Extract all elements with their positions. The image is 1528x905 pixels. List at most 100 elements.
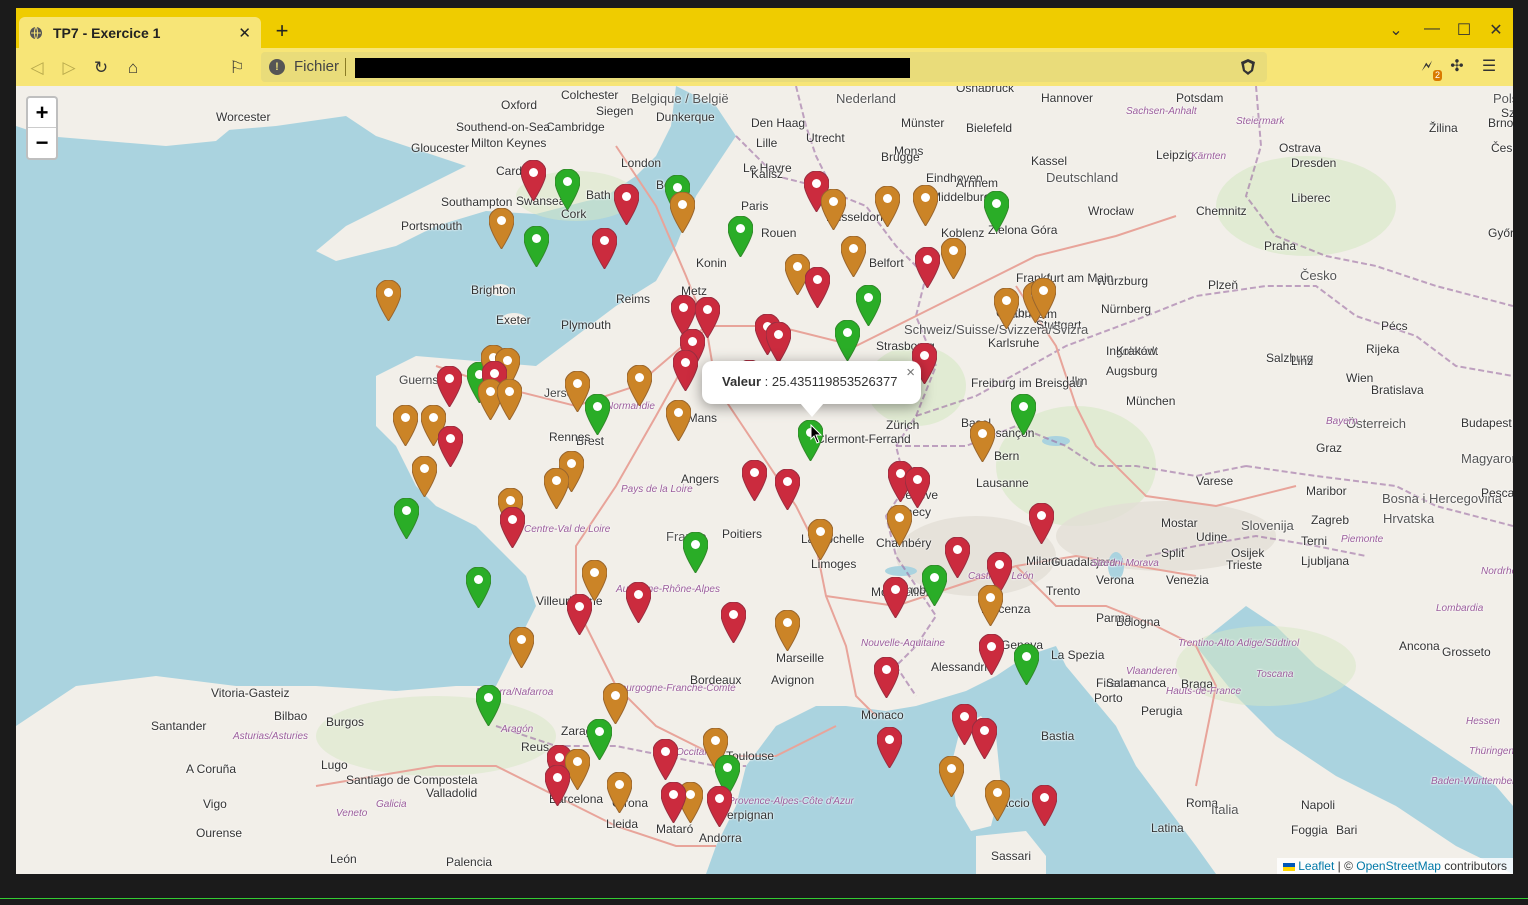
address-bar[interactable]: ! Fichier: [261, 52, 1267, 82]
map-marker-red[interactable]: [883, 577, 908, 618]
map-marker-red[interactable]: [567, 594, 592, 635]
map-marker-green[interactable]: [466, 567, 491, 608]
new-tab-button[interactable]: +: [272, 20, 292, 42]
map-marker-orange[interactable]: [509, 627, 534, 668]
map-marker-orange[interactable]: [544, 468, 569, 509]
map-marker-orange[interactable]: [970, 421, 995, 462]
brave-shield-icon[interactable]: [1239, 58, 1257, 76]
map-marker-green[interactable]: [476, 685, 501, 726]
map-marker-red[interactable]: [979, 634, 1004, 675]
map-marker-red[interactable]: [707, 786, 732, 827]
map-marker-red[interactable]: [945, 537, 970, 578]
map-marker-orange[interactable]: [412, 456, 437, 497]
map-marker-orange[interactable]: [978, 585, 1003, 626]
map-marker-green[interactable]: [524, 226, 549, 267]
bookmark-icon[interactable]: ⚐: [226, 57, 248, 79]
map-marker-red[interactable]: [805, 267, 830, 308]
map-marker-red[interactable]: [874, 657, 899, 698]
map-marker-red[interactable]: [766, 322, 791, 363]
map-marker-green[interactable]: [555, 169, 580, 210]
map-marker-red[interactable]: [437, 366, 462, 407]
map-marker-red[interactable]: [915, 247, 940, 288]
map-marker-red[interactable]: [905, 467, 930, 508]
map-marker-red[interactable]: [673, 350, 698, 391]
map-marker-green[interactable]: [984, 191, 1009, 232]
map-marker-green[interactable]: [835, 320, 860, 361]
map-marker-red[interactable]: [545, 765, 570, 806]
home-icon[interactable]: ⌂: [122, 57, 144, 79]
map-marker-orange[interactable]: [985, 780, 1010, 821]
map-marker-green[interactable]: [394, 498, 419, 539]
map-marker-green[interactable]: [1011, 394, 1036, 435]
map-marker-red[interactable]: [626, 582, 651, 623]
map-marker-green[interactable]: [1014, 644, 1039, 685]
map-marker-red[interactable]: [721, 602, 746, 643]
map-marker-red[interactable]: [1032, 785, 1057, 826]
map-marker-orange[interactable]: [775, 610, 800, 651]
map-marker-orange[interactable]: [941, 238, 966, 279]
map-marker-orange[interactable]: [994, 288, 1019, 329]
map-marker-orange[interactable]: [376, 280, 401, 321]
minimize-icon[interactable]: —: [1422, 20, 1442, 38]
map-marker-orange[interactable]: [939, 756, 964, 797]
url-text-redacted[interactable]: [355, 58, 910, 78]
map-marker-green[interactable]: [683, 532, 708, 573]
extension-icon[interactable]: 🗲 2: [1416, 56, 1442, 81]
place-label: Leipzig: [1156, 148, 1195, 162]
map-marker-red[interactable]: [592, 228, 617, 269]
map-marker-orange[interactable]: [821, 189, 846, 230]
map-marker-red[interactable]: [877, 727, 902, 768]
map-marker-red[interactable]: [438, 426, 463, 467]
map-marker-red[interactable]: [775, 469, 800, 510]
puzzle-icon[interactable]: ✣: [1446, 56, 1468, 78]
map-marker-orange[interactable]: [1031, 278, 1056, 319]
close-window-icon[interactable]: ✕: [1486, 20, 1506, 40]
map-marker-red[interactable]: [972, 718, 997, 759]
map-marker-orange[interactable]: [875, 186, 900, 227]
back-icon[interactable]: ◁: [26, 57, 48, 79]
map-marker-red[interactable]: [614, 184, 639, 225]
map-marker-green[interactable]: [585, 394, 610, 435]
close-tab-icon[interactable]: ✕: [238, 24, 251, 42]
zoom-in-button[interactable]: +: [28, 98, 56, 128]
tab-active[interactable]: TP7 - Exercice 1 ✕: [19, 17, 261, 48]
map-marker-red[interactable]: [661, 782, 686, 823]
chevron-down-icon[interactable]: ⌄: [1386, 20, 1406, 40]
place-label: Asturias/Asturies: [233, 731, 309, 742]
map-marker-green[interactable]: [587, 719, 612, 760]
map-marker-orange[interactable]: [841, 236, 866, 277]
map-marker-orange[interactable]: [913, 185, 938, 226]
leaflet-map[interactable]: Nederland Osnabrück Hannover Sachsen-Anhalt…: [16, 86, 1513, 874]
map-marker-orange[interactable]: [603, 683, 628, 724]
zoom-out-button[interactable]: −: [28, 128, 56, 158]
popup-close-button[interactable]: ×: [906, 364, 915, 381]
place-label: Kalisz: [751, 167, 784, 181]
map-marker-orange[interactable]: [393, 405, 418, 446]
map-marker-red[interactable]: [1029, 503, 1054, 544]
map-marker-orange[interactable]: [666, 400, 691, 441]
map-marker-orange[interactable]: [497, 379, 522, 420]
map-marker-orange[interactable]: [489, 208, 514, 249]
reload-icon[interactable]: ↻: [90, 57, 112, 79]
map-marker-red[interactable]: [742, 460, 767, 501]
map-marker-red[interactable]: [653, 739, 678, 780]
map-marker-orange[interactable]: [627, 365, 652, 406]
map-marker-orange[interactable]: [808, 519, 833, 560]
map-marker-orange[interactable]: [607, 772, 632, 813]
map-marker-orange[interactable]: [670, 192, 695, 233]
map-marker-red[interactable]: [500, 507, 525, 548]
osm-link[interactable]: OpenStreetMap: [1356, 859, 1441, 873]
forward-icon[interactable]: ▷: [58, 57, 80, 79]
site-info-icon[interactable]: !: [269, 59, 285, 75]
map-marker-orange[interactable]: [887, 505, 912, 546]
leaflet-link[interactable]: Leaflet: [1298, 859, 1334, 873]
map-pin-icon: [438, 426, 463, 467]
maximize-icon[interactable]: ☐: [1454, 20, 1474, 40]
map-marker-green[interactable]: [922, 565, 947, 606]
popup-label: Valeur: [722, 374, 762, 389]
map-pin-icon: [500, 507, 525, 548]
map-marker-red[interactable]: [521, 160, 546, 201]
map-marker-green[interactable]: [728, 216, 753, 257]
menu-icon[interactable]: ☰: [1478, 56, 1500, 78]
place-label: Poitiers: [722, 527, 763, 541]
